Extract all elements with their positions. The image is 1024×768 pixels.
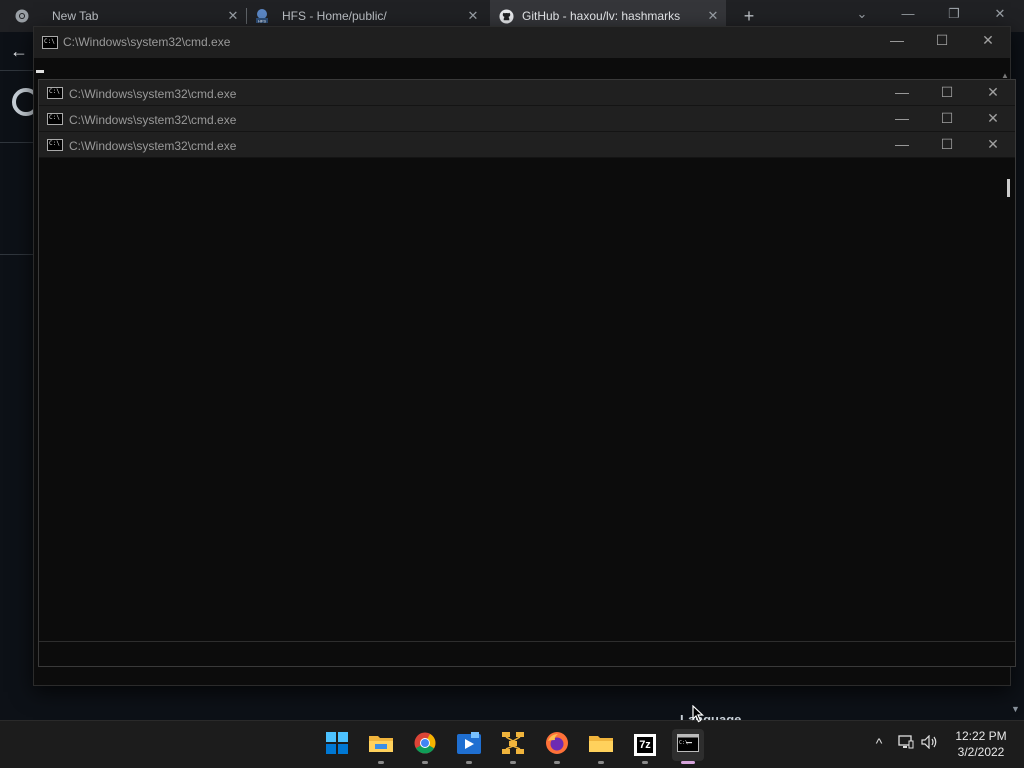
taskbar-command-prompt[interactable]: C:\ — [672, 729, 704, 764]
firefox-icon — [545, 731, 569, 760]
cmd-maximize-button[interactable]: ☐ — [931, 32, 953, 49]
folder-icon — [589, 733, 613, 758]
running-indicator — [642, 761, 648, 764]
running-indicator — [422, 761, 428, 764]
cmd-scrollbar-thumb[interactable] — [1007, 179, 1010, 197]
tray-chevron-icon[interactable]: ^ — [869, 735, 889, 751]
network-status-icon[interactable] — [896, 735, 916, 752]
browser-close-button[interactable]: ✕ — [990, 6, 1010, 22]
tab-separator — [246, 8, 247, 24]
running-indicator — [681, 761, 695, 764]
mouse-pointer-icon — [692, 704, 705, 728]
cmd-minimize-button[interactable]: — — [891, 84, 913, 100]
windows-start-icon — [326, 731, 348, 759]
github-icon — [498, 8, 514, 24]
cmd-close-button[interactable]: ✕ — [977, 32, 999, 49]
taskbar: 7z C:\ ^ — [0, 720, 1024, 768]
scroll-down-arrow-icon[interactable]: ▼ — [1011, 704, 1020, 714]
cmd-minimize-button[interactable]: — — [886, 32, 908, 48]
tab-close-icon[interactable]: ✕ — [706, 9, 720, 23]
cmd-icon — [42, 36, 58, 49]
taskbar-media-player[interactable] — [453, 729, 485, 764]
tab-title: GitHub - haxou/lv: hashmarks — [522, 9, 681, 23]
cmd-minimize-button[interactable]: — — [891, 110, 913, 126]
tab-title: New Tab — [52, 9, 99, 23]
text-cursor — [36, 70, 44, 73]
running-indicator — [378, 761, 384, 764]
running-indicator — [598, 761, 604, 764]
7zip-icon: 7z — [634, 734, 656, 756]
cmd-maximize-button[interactable]: ☐ — [936, 136, 958, 153]
cmd-window-stack[interactable]: C:\Windows\system32\cmd.exe — ☐ ✕ C:\Win… — [38, 79, 1016, 667]
cmd-icon — [47, 87, 63, 99]
volume-icon[interactable] — [920, 734, 940, 752]
cmd-title-bar[interactable]: C:\Windows\system32\cmd.exe — ☐ ✕ — [34, 27, 1010, 58]
cmd-icon — [47, 113, 63, 125]
taskbar-firefox[interactable] — [541, 729, 573, 764]
cmd-window-title: C:\Windows\system32\cmd.exe — [69, 139, 237, 153]
tab-close-icon[interactable]: ✕ — [226, 9, 240, 23]
cmd-icon — [47, 139, 63, 151]
cmd-window-title: C:\Windows\system32\cmd.exe — [69, 87, 237, 101]
taskbar-file-explorer[interactable] — [365, 729, 397, 764]
taskbar-start-button[interactable] — [321, 729, 353, 761]
browser-restore-button[interactable]: ❐ — [944, 6, 964, 22]
cmd-icon: C:\ — [677, 733, 699, 757]
cmd-title-bar-1[interactable]: C:\Windows\system32\cmd.exe — ☐ ✕ — [39, 80, 1015, 106]
taskbar-network-tool[interactable] — [497, 729, 529, 764]
tab-close-icon[interactable]: ✕ — [466, 9, 480, 23]
clock-time: 12:22 PM — [955, 729, 1007, 743]
running-indicator — [510, 761, 516, 764]
folder-icon — [369, 733, 393, 758]
taskbar-file-explorer-2[interactable] — [585, 729, 617, 764]
hfs-icon: HFS — [254, 8, 270, 24]
chrome-icon — [414, 732, 436, 759]
cmd-close-button[interactable]: ✕ — [982, 136, 1004, 153]
chrome-icon — [14, 8, 30, 24]
clock[interactable]: 12:22 PM 3/2/2022 — [952, 728, 1010, 760]
cmd-maximize-button[interactable]: ☐ — [936, 84, 958, 101]
cmd-title-bar-3[interactable]: C:\Windows\system32\cmd.exe — ☐ ✕ — [39, 132, 1015, 158]
cmd-maximize-button[interactable]: ☐ — [936, 110, 958, 127]
taskbar-chrome[interactable] — [409, 729, 441, 764]
cmd-title-bar-2[interactable]: C:\Windows\system32\cmd.exe — ☐ ✕ — [39, 106, 1015, 132]
media-player-icon — [457, 731, 481, 759]
divider — [39, 641, 1015, 642]
cmd-close-button[interactable]: ✕ — [982, 84, 1004, 101]
cmd-close-button[interactable]: ✕ — [982, 110, 1004, 127]
cmd-minimize-button[interactable]: — — [891, 136, 913, 152]
page-partial-heading: Language — [680, 712, 742, 720]
browser-minimize-button[interactable]: — — [898, 6, 918, 21]
new-tab-button[interactable]: + — [739, 6, 759, 26]
back-arrow-icon[interactable]: ← — [10, 41, 28, 62]
svg-text:HFS: HFS — [258, 19, 266, 24]
clock-date: 3/2/2022 — [957, 745, 1005, 759]
cmd-window-title: C:\Windows\system32\cmd.exe — [63, 35, 231, 49]
tab-search-chevron-icon[interactable]: ⌄ — [852, 6, 872, 22]
taskbar-7zip[interactable]: 7z — [629, 729, 661, 764]
running-indicator — [466, 761, 472, 764]
cmd-window-title: C:\Windows\system32\cmd.exe — [69, 113, 237, 127]
7zip-label: 7z — [637, 737, 653, 753]
running-indicator — [554, 761, 560, 764]
network-icon — [501, 731, 525, 760]
tab-title: HFS - Home/public/ — [282, 9, 387, 23]
